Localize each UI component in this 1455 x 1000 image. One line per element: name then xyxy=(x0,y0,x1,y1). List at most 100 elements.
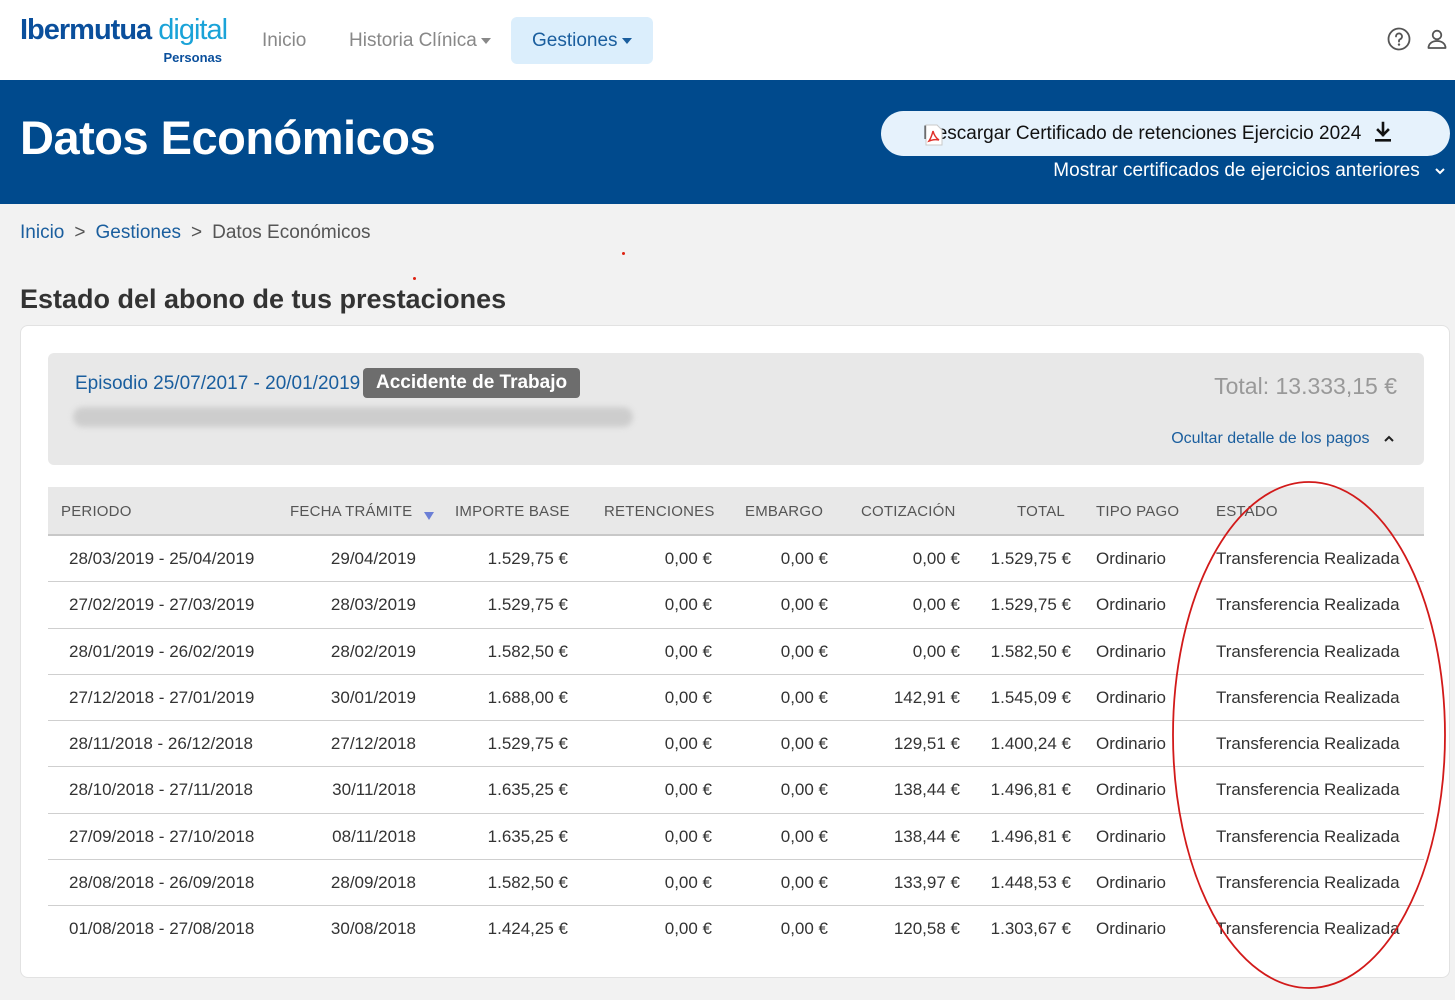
cell-cotizacion: 120,58 € xyxy=(893,919,960,939)
cell-importe-base: 1.529,75 € xyxy=(487,595,568,615)
cell-importe-base: 1.424,25 € xyxy=(487,919,568,939)
col-header-importe-base[interactable]: IMPORTE BASE xyxy=(455,487,570,536)
table-row: 28/01/2019 - 26/02/2019 28/02/2019 1.582… xyxy=(48,629,1424,675)
pdf-file-icon xyxy=(925,124,943,146)
cell-estado: Transferencia Realizada xyxy=(1216,734,1400,754)
user-icon[interactable] xyxy=(1425,27,1449,51)
cell-total: 1.496,81 € xyxy=(990,780,1071,800)
cell-retenciones: 0,00 € xyxy=(664,780,712,800)
cell-tipo-pago: Ordinario xyxy=(1096,826,1166,846)
cell-embargo: 0,00 € xyxy=(780,919,828,939)
cell-estado: Transferencia Realizada xyxy=(1216,873,1400,893)
cell-embargo: 0,00 € xyxy=(780,826,828,846)
chevron-up-icon xyxy=(1384,435,1394,442)
cell-tipo-pago: Ordinario xyxy=(1096,687,1166,707)
cell-importe-base: 1.635,25 € xyxy=(487,826,568,846)
cell-total: 1.400,24 € xyxy=(990,734,1071,754)
col-header-total[interactable]: TOTAL xyxy=(1017,487,1065,536)
cell-tipo-pago: Ordinario xyxy=(1096,549,1166,568)
cell-estado: Transferencia Realizada xyxy=(1216,595,1400,615)
cell-importe-base: 1.635,25 € xyxy=(487,780,568,800)
cell-retenciones: 0,00 € xyxy=(664,641,712,661)
page-title: Datos Económicos xyxy=(20,111,436,164)
cell-total: 1.529,75 € xyxy=(990,595,1071,615)
cell-embargo: 0,00 € xyxy=(780,687,828,707)
top-navbar: Ibermutua digital Personas Inicio Histor… xyxy=(0,0,1455,80)
cell-total: 1.303,67 € xyxy=(990,919,1071,939)
table-row: 01/08/2018 - 27/08/2018 30/08/2018 1.424… xyxy=(48,906,1424,952)
sort-desc-icon xyxy=(424,512,435,521)
show-previous-certificates-link[interactable]: Mostrar certificados de ejercicios anter… xyxy=(1053,160,1445,182)
table-row: 28/08/2018 - 26/09/2018 28/09/2018 1.582… xyxy=(48,860,1424,907)
cell-embargo: 0,00 € xyxy=(780,873,828,893)
table-header: PERIODO FECHA TRÁMITE IMPORTE BASE RETEN… xyxy=(48,487,1424,536)
chevron-down-icon xyxy=(1435,168,1445,175)
cell-tipo-pago: Ordinario xyxy=(1096,873,1166,893)
breadcrumb-separator: > xyxy=(74,222,86,243)
table-row: 28/03/2019 - 25/04/2019 29/04/2019 1.529… xyxy=(48,536,1424,583)
stray-mark xyxy=(622,252,625,255)
logo-wordmark: Ibermutua digital xyxy=(20,14,228,46)
col-header-periodo[interactable]: PERIODO xyxy=(61,487,132,536)
cell-retenciones: 0,00 € xyxy=(664,919,712,939)
cell-retenciones: 0,00 € xyxy=(664,549,712,568)
logo-subtitle: Personas xyxy=(163,50,222,65)
cell-periodo: 28/01/2019 - 26/02/2019 xyxy=(69,641,255,661)
cell-cotizacion: 133,97 € xyxy=(893,873,960,893)
cell-fecha-tramite: 27/12/2018 xyxy=(330,734,416,754)
col-header-embargo[interactable]: EMBARGO xyxy=(745,487,823,536)
cell-periodo: 27/12/2018 - 27/01/2019 xyxy=(69,687,255,707)
toggle-payment-details-link[interactable]: Ocultar detalle de los pagos xyxy=(1171,430,1394,448)
cell-importe-base: 1.582,50 € xyxy=(487,873,568,893)
cell-periodo: 27/09/2018 - 27/10/2018 xyxy=(69,826,255,846)
download-certificate-button[interactable]: Descargar Certificado de retenciones Eje… xyxy=(881,111,1450,156)
logo[interactable]: Ibermutua digital Personas xyxy=(20,14,230,68)
table-row: 27/12/2018 - 27/01/2019 30/01/2019 1.688… xyxy=(48,675,1424,722)
cell-estado: Transferencia Realizada xyxy=(1216,780,1400,800)
breadcrumb-separator: > xyxy=(191,222,203,243)
episode-total: Total: 13.333,15 € xyxy=(1214,373,1397,399)
episode-link[interactable]: Episodio 25/07/2017 - 20/01/2019 xyxy=(75,373,360,395)
cell-periodo: 28/03/2019 - 25/04/2019 xyxy=(69,549,255,568)
cell-tipo-pago: Ordinario xyxy=(1096,641,1166,661)
nav-item-inicio[interactable]: Inicio xyxy=(241,17,327,64)
help-circle-icon[interactable] xyxy=(1387,27,1411,51)
cell-fecha-tramite: 30/01/2019 xyxy=(330,687,416,707)
breadcrumb-gestiones[interactable]: Gestiones xyxy=(95,222,181,243)
cell-estado: Transferencia Realizada xyxy=(1216,826,1400,846)
cell-tipo-pago: Ordinario xyxy=(1096,780,1166,800)
cell-cotizacion: 0,00 € xyxy=(912,595,960,615)
cell-cotizacion: 142,91 € xyxy=(893,687,960,707)
breadcrumb: Inicio > Gestiones > Datos Económicos xyxy=(20,222,371,244)
cell-cotizacion: 0,00 € xyxy=(912,549,960,568)
col-header-estado[interactable]: ESTADO xyxy=(1216,487,1278,536)
cell-cotizacion: 0,00 € xyxy=(912,641,960,661)
table-row: 27/09/2018 - 27/10/2018 08/11/2018 1.635… xyxy=(48,814,1424,861)
col-header-cotizacion[interactable]: COTIZACIÓN xyxy=(861,487,956,536)
cell-retenciones: 0,00 € xyxy=(664,873,712,893)
breadcrumb-inicio[interactable]: Inicio xyxy=(20,222,64,243)
cell-embargo: 0,00 € xyxy=(780,595,828,615)
cell-total: 1.448,53 € xyxy=(990,873,1071,893)
breadcrumb-current: Datos Económicos xyxy=(212,222,371,243)
cell-cotizacion: 138,44 € xyxy=(893,780,960,800)
col-header-retenciones[interactable]: RETENCIONES xyxy=(604,487,715,536)
nav-item-historia-clinica[interactable]: Historia Clínica xyxy=(328,17,512,64)
col-header-fecha-tramite[interactable]: FECHA TRÁMITE xyxy=(290,487,435,536)
cell-fecha-tramite: 28/09/2018 xyxy=(330,873,416,893)
cell-estado: Transferencia Realizada xyxy=(1216,641,1400,661)
cell-total: 1.545,09 € xyxy=(990,687,1071,707)
payments-card: Episodio 25/07/2017 - 20/01/2019 Acciden… xyxy=(20,325,1450,978)
cell-fecha-tramite: 29/04/2019 xyxy=(330,549,416,568)
episode-type-badge: Accidente de Trabajo xyxy=(363,368,581,398)
payments-table: PERIODO FECHA TRÁMITE IMPORTE BASE RETEN… xyxy=(48,487,1424,953)
table-row: 28/10/2018 - 27/11/2018 30/11/2018 1.635… xyxy=(48,767,1424,814)
cell-periodo: 01/08/2018 - 27/08/2018 xyxy=(69,919,255,939)
cell-periodo: 28/11/2018 - 26/12/2018 xyxy=(69,734,254,754)
cell-estado: Transferencia Realizada xyxy=(1216,549,1400,568)
cell-total: 1.496,81 € xyxy=(990,826,1071,846)
col-header-tipo-pago[interactable]: TIPO PAGO xyxy=(1096,487,1179,536)
cell-embargo: 0,00 € xyxy=(780,641,828,661)
nav-item-gestiones[interactable]: Gestiones xyxy=(511,17,653,64)
cell-fecha-tramite: 28/03/2019 xyxy=(330,595,416,615)
